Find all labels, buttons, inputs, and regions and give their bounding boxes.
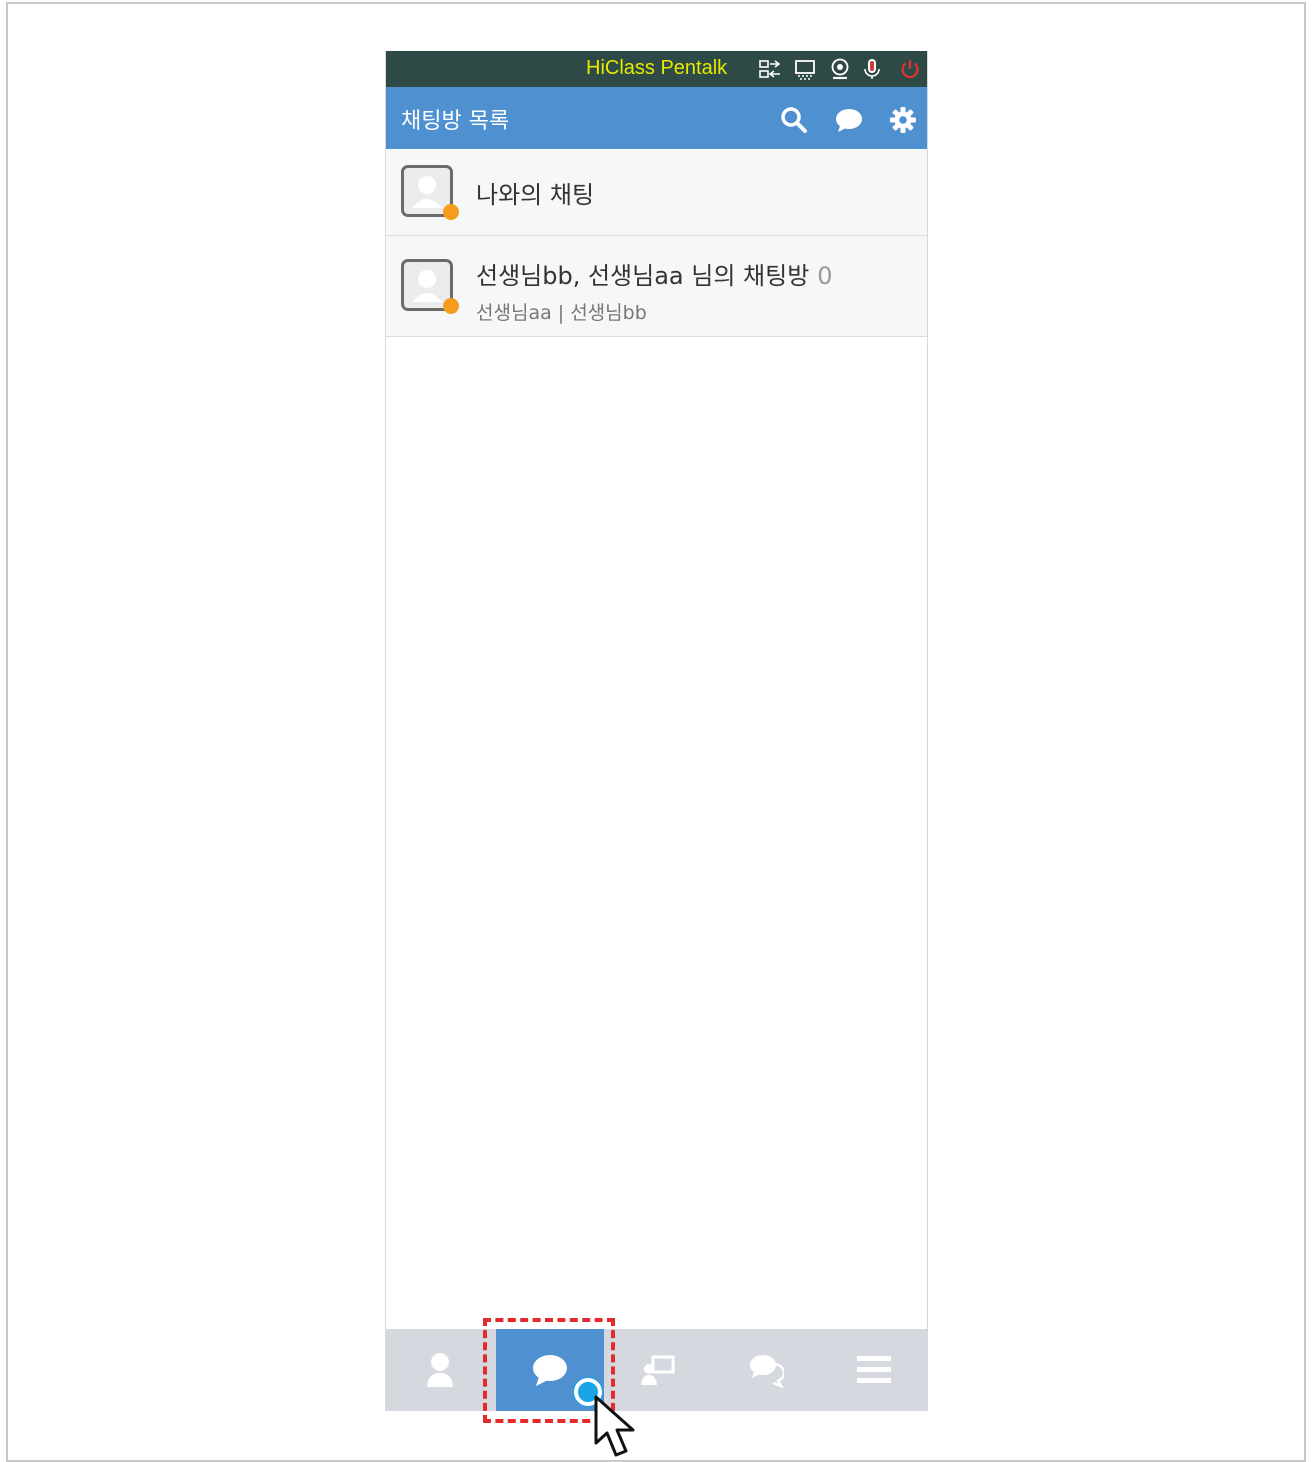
nav-friends[interactable] [386,1329,494,1411]
chat-icon [533,1355,567,1386]
classroom-icon [641,1355,675,1385]
bottom-nav [386,1329,927,1411]
chat-room-name: 선생님bb, 선생님aa 님의 채팅방 0 [476,256,833,291]
nav-menu[interactable] [820,1329,927,1411]
mouse-cursor-icon [594,1395,635,1457]
settings-icon[interactable] [889,106,917,134]
avatar [401,165,459,220]
network-icon[interactable] [759,58,781,80]
title-bar: HiClass Pentalk [386,51,927,87]
header-bar: 채팅방 목록 [386,87,927,149]
power-icon[interactable] [899,58,921,80]
microphone-icon[interactable] [861,58,883,80]
chat-room-name: 나와의 채팅 [476,181,595,209]
avatar [401,259,459,314]
friends-icon [427,1353,453,1387]
search-icon[interactable] [780,106,808,134]
new-chat-icon[interactable] [835,106,863,134]
status-dot [443,204,459,220]
chat-room-members: 선생님aa | 선생님bb [476,302,647,324]
app-window: HiClass Pentalk 채팅방 목록 나와의 채팅 선생님bb, 선생님… [385,51,928,1411]
status-dot [443,298,459,314]
page-title: 채팅방 목록 [401,109,510,134]
chat-room-list: 나와의 채팅 선생님bb, 선생님aa 님의 채팅방 0 선생님aa | 선생님b… [386,149,927,337]
menu-icon [857,1356,891,1383]
webcam-icon[interactable] [829,58,851,80]
nav-conversation[interactable] [712,1329,820,1411]
unread-count: 0 [817,262,833,290]
app-title: HiClass Pentalk [586,57,728,79]
chat-room-title: 선생님bb, 선생님aa 님의 채팅방 [476,262,810,290]
conversation-icon [750,1355,784,1389]
screen-icon[interactable] [794,58,816,80]
chat-room-item[interactable]: 나와의 채팅 [386,149,927,236]
chat-room-item[interactable]: 선생님bb, 선생님aa 님의 채팅방 0 선생님aa | 선생님bb [386,236,927,337]
